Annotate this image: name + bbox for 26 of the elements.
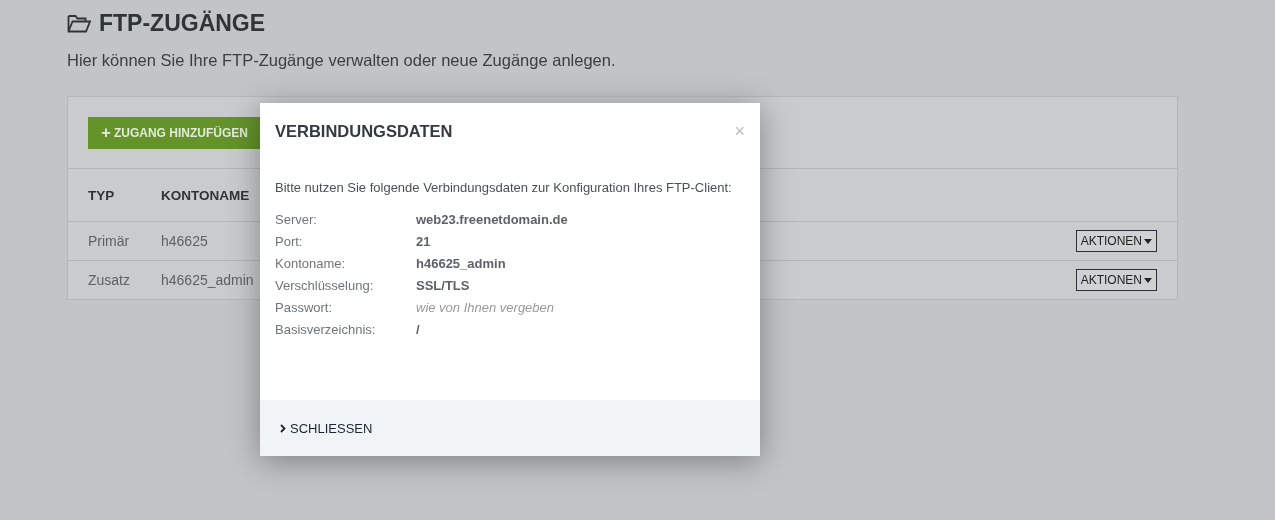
actions-dropdown[interactable]: AKTIONEN: [1075, 230, 1157, 252]
close-link-button[interactable]: SCHLIESSEN: [280, 420, 373, 436]
detail-value: wie von Ihnen vergeben: [416, 299, 555, 317]
detail-label: Port:: [275, 233, 304, 251]
caret-icon: [1144, 277, 1152, 283]
chevron-icon: [280, 423, 286, 433]
detail-label: Passwort:: [275, 299, 334, 317]
column-header: TYP: [88, 187, 116, 203]
dialog-title: VERBINDUNGSDATEN: [275, 122, 453, 141]
table-cell-text: Zusatz: [88, 272, 131, 288]
caret-icon: [1144, 238, 1152, 244]
detail-value: SSL/TLS: [416, 277, 470, 295]
actions-dropdown[interactable]: AKTIONEN: [1075, 269, 1157, 291]
detail-value: web23.freenetdomain.de: [416, 211, 568, 229]
table-cell-text: Primär: [88, 233, 131, 249]
folder-icon: [67, 13, 91, 34]
detail-label: Verschlüsselung:: [275, 277, 375, 295]
detail-label: Basisverzeichnis:: [275, 321, 377, 339]
detail-value: 21: [416, 233, 431, 251]
detail-label: Kontoname:: [275, 255, 347, 273]
detail-label: Server:: [275, 211, 318, 229]
page-subtitle: Hier können Sie Ihre FTP-Zugänge verwalten oder neue Zugänge anlegen.: [67, 51, 617, 70]
page-title: FTP-ZUGÄNGE: [99, 10, 266, 37]
detail-value: h46625_admin: [416, 255, 506, 273]
detail-value: /: [416, 321, 420, 339]
dialog-intro: Bitte nutzen Sie folgende Verbindungsdaten zur Konfiguration Ihres FTP-Client:: [275, 179, 733, 197]
